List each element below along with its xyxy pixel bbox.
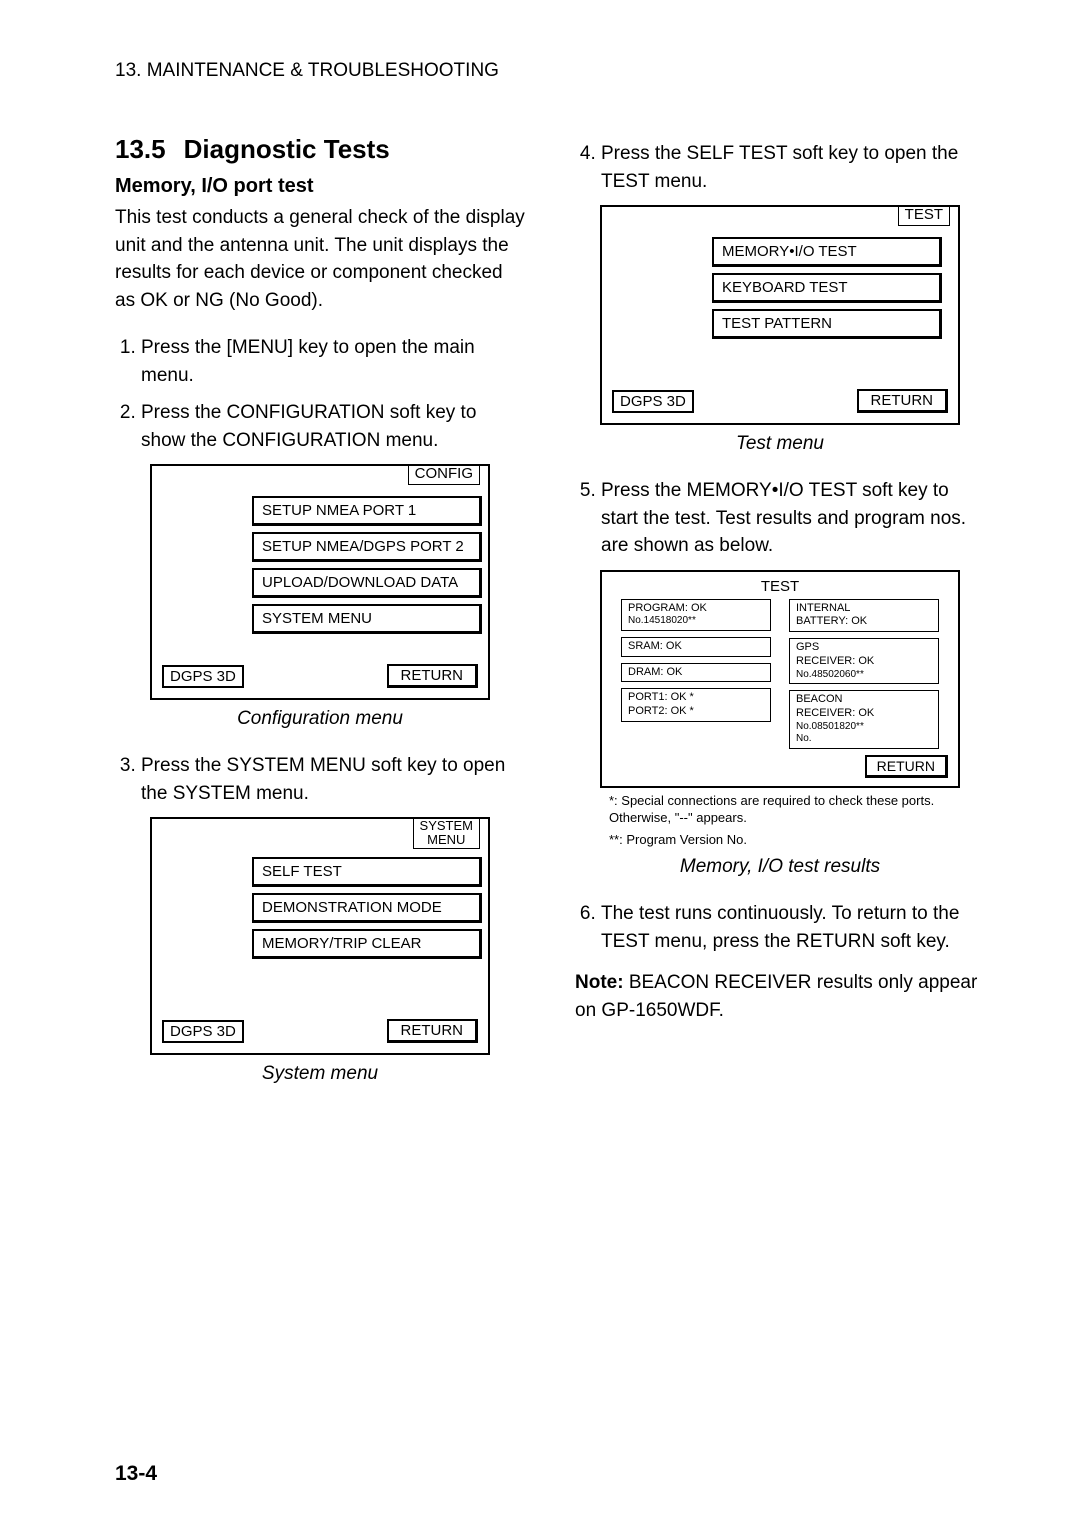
page-number: 13-4 [115,1462,157,1486]
step-3: Press the SYSTEM MENU soft key to open t… [141,752,525,807]
softkey-return[interactable]: RETURN [387,664,479,688]
step-2: Press the CONFIGURATION soft key to show… [141,399,525,454]
system-menu-diagram: SYSTEMMENU SELF TEST DEMONSTRATION MODE … [150,817,490,1055]
softkey-memory-io-test[interactable]: MEMORY•I/O TEST [712,237,942,267]
softkey-self-test[interactable]: SELF TEST [252,857,482,887]
result-sram: SRAM: OK [621,637,771,657]
result-ports: PORT1: OK * PORT2: OK * [621,688,771,722]
subheading-memory-io: Memory, I/O port test [115,175,525,198]
softkey-return[interactable]: RETURN [387,1019,479,1043]
softkey-upload-download[interactable]: UPLOAD/DOWNLOAD DATA [252,568,482,598]
step-4: Press the SELF TEST soft key to open the… [601,140,985,195]
test-label: TEST [898,207,950,226]
softkey-setup-nmea-1[interactable]: SETUP NMEA PORT 1 [252,496,482,526]
results-title: TEST [612,578,948,595]
intro-paragraph: This test conducts a general check of th… [115,204,525,314]
footnote-2: **: Program Version No. [609,831,985,849]
caption-system: System menu [115,1063,525,1085]
softkey-return[interactable]: RETURN [857,389,949,413]
configuration-menu-diagram: CONFIG SETUP NMEA PORT 1 SETUP NMEA/DGPS… [150,464,490,700]
result-beacon-receiver: BEACON RECEIVER: OK No.08501820** No. [789,690,939,749]
status-dgps: DGPS 3D [612,390,694,413]
test-results-diagram: TEST PROGRAM: OK No.14518020** SRAM: OK … [600,570,960,788]
step-1: Press the [MENU] key to open the main me… [141,334,525,389]
softkey-test-pattern[interactable]: TEST PATTERN [712,309,942,339]
result-gps-receiver: GPS RECEIVER: OK No.48502060** [789,638,939,684]
page-header: 13. MAINTENANCE & TROUBLESHOOTING [115,60,985,82]
config-label: CONFIG [408,466,480,485]
system-label: SYSTEMMENU [413,819,480,848]
softkey-setup-nmea-dgps-2[interactable]: SETUP NMEA/DGPS PORT 2 [252,532,482,562]
test-menu-diagram: TEST MEMORY•I/O TEST KEYBOARD TEST TEST … [600,205,960,425]
section-heading: 13.5 Diagnostic Tests [115,134,525,165]
result-program: PROGRAM: OK No.14518020** [621,599,771,631]
right-column: Press the SELF TEST soft key to open the… [575,140,985,1107]
note-beacon: Note: BEACON RECEIVER results only appea… [575,969,985,1024]
step-5: Press the MEMORY•I/O TEST soft key to st… [601,477,985,560]
section-number: 13.5 [115,134,166,164]
softkey-return[interactable]: RETURN [865,755,948,778]
left-column: 13.5 Diagnostic Tests Memory, I/O port te… [115,110,525,1107]
caption-results: Memory, I/O test results [575,856,985,878]
softkey-keyboard-test[interactable]: KEYBOARD TEST [712,273,942,303]
softkey-system-menu[interactable]: SYSTEM MENU [252,604,482,634]
softkey-demonstration-mode[interactable]: DEMONSTRATION MODE [252,893,482,923]
result-battery: INTERNAL BATTERY: OK [789,599,939,633]
caption-test: Test menu [575,433,985,455]
softkey-memory-trip-clear[interactable]: MEMORY/TRIP CLEAR [252,929,482,959]
status-dgps: DGPS 3D [162,1020,244,1043]
result-dram: DRAM: OK [621,663,771,683]
step-6: The test runs continuously. To return to… [601,900,985,955]
footnote-1: *: Special connections are required to c… [609,792,985,827]
status-dgps: DGPS 3D [162,665,244,688]
caption-config: Configuration menu [115,708,525,730]
section-title: Diagnostic Tests [184,134,390,164]
